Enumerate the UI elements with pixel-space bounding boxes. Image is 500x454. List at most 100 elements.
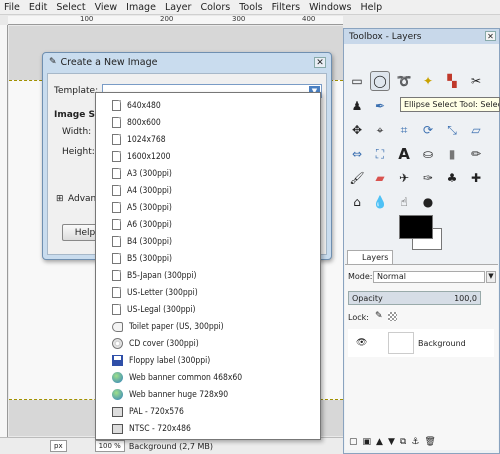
toolbox-titlebar[interactable]: Toolbox - Layers (344, 29, 499, 44)
tv-icon (112, 423, 123, 434)
page-icon (112, 134, 121, 145)
anchor-icon[interactable]: ⚓ (411, 437, 419, 447)
lock-pixels-icon[interactable]: ✎ (375, 311, 383, 321)
cage-transform-icon[interactable]: ⛶ (370, 144, 390, 164)
flip-icon[interactable]: ⇔ (347, 144, 367, 164)
unit-select[interactable]: px (50, 440, 67, 452)
delete-layer-icon[interactable]: 🗑 (424, 437, 435, 447)
menu-select[interactable]: Select (56, 2, 85, 13)
menu-windows[interactable]: Windows (309, 2, 351, 13)
toolbox-title: Toolbox - Layers (349, 31, 422, 42)
perspective-clone-icon[interactable]: ⌂ (347, 192, 367, 212)
template-option[interactable]: CD cover (300ppi) (96, 335, 320, 352)
fuzzy-select-icon[interactable]: ✦ (418, 71, 438, 91)
foreground-color-swatch[interactable] (399, 215, 433, 239)
template-option[interactable]: B5-Japan (300ppi) (96, 267, 320, 284)
expander-icon[interactable]: ⊞ (56, 194, 64, 204)
heal-icon[interactable]: ✚ (466, 168, 486, 188)
pencil-icon[interactable]: ✏ (466, 144, 486, 164)
template-option[interactable]: 800x600 (96, 114, 320, 131)
ink-icon[interactable]: ✑ (418, 168, 438, 188)
blur-icon[interactable]: 💧 (370, 192, 390, 212)
menu-view[interactable]: View (95, 2, 118, 13)
template-option[interactable]: 640x480 (96, 97, 320, 114)
paintbrush-icon[interactable]: 🖌 (347, 168, 367, 188)
move-icon[interactable]: ✥ (347, 120, 367, 140)
smudge-icon[interactable]: ☝ (394, 192, 414, 212)
menu-layer[interactable]: Layer (165, 2, 192, 13)
text-icon[interactable]: A (394, 144, 414, 164)
menu-edit[interactable]: Edit (29, 2, 47, 13)
horizontal-ruler[interactable]: 100 200 300 400 (8, 16, 343, 25)
raise-layer-icon[interactable]: ▲ (376, 437, 383, 447)
cd-icon (112, 338, 123, 349)
chevron-down-icon[interactable]: ▼ (486, 271, 496, 283)
opacity-label: Opacity (352, 293, 383, 303)
globe-icon (112, 389, 123, 400)
new-layer-icon[interactable]: ▢ (349, 437, 358, 447)
foreground-select-icon[interactable]: ♟ (347, 96, 367, 116)
template-option[interactable]: A6 (300ppi) (96, 216, 320, 233)
rect-select-icon[interactable]: ▭ (347, 71, 367, 91)
opacity-slider[interactable]: Opacity 100,0 (348, 291, 481, 305)
template-option[interactable]: Toilet paper (US, 300ppi) (96, 318, 320, 335)
lasso-icon[interactable]: ➰ (394, 71, 414, 91)
ellipse-select-icon[interactable]: ◯ (370, 71, 390, 91)
page-icon (112, 117, 121, 128)
eraser-icon[interactable]: ▰ (370, 168, 390, 188)
paths-icon[interactable]: ✒ (370, 96, 390, 116)
template-option[interactable]: US-Letter (300ppi) (96, 284, 320, 301)
layer-thumbnail (388, 332, 414, 354)
zoom-select[interactable]: 100 % (94, 440, 125, 452)
close-icon[interactable]: ✕ (485, 31, 496, 41)
template-option[interactable]: NTSC - 720x486 (96, 420, 320, 437)
layer-row[interactable]: 👁 Background (348, 329, 494, 357)
template-option[interactable]: Web banner huge 728x90 (96, 386, 320, 403)
eye-icon[interactable]: 👁 (356, 338, 367, 348)
mode-select[interactable]: Normal (373, 271, 485, 283)
globe-icon (112, 372, 123, 383)
vertical-ruler[interactable] (0, 25, 8, 437)
template-option[interactable]: US-Legal (300ppi) (96, 301, 320, 318)
align-icon[interactable]: ⌖ (370, 120, 390, 140)
template-option[interactable]: A5 (300ppi) (96, 199, 320, 216)
blend-icon[interactable]: ▮ (442, 144, 462, 164)
template-option[interactable]: PAL - 720x576 (96, 403, 320, 420)
dodge-burn-icon[interactable]: ● (418, 192, 438, 212)
template-option[interactable]: B4 (300ppi) (96, 233, 320, 250)
menu-image[interactable]: Image (126, 2, 156, 13)
lock-alpha-icon[interactable] (388, 312, 397, 321)
template-option[interactable]: 1600x1200 (96, 148, 320, 165)
layers-body: Mode: Normal ▼ Opacity 100,0 Lock: ✎ 👁 B… (345, 264, 498, 450)
bucket-fill-icon[interactable]: ⛀ (418, 144, 438, 164)
dialog-titlebar[interactable]: ✎ Create a New Image (43, 53, 331, 71)
scale-icon[interactable]: ⤡ (442, 120, 462, 140)
template-option[interactable]: A3 (300ppi) (96, 165, 320, 182)
airbrush-icon[interactable]: ✈ (394, 168, 414, 188)
tab-layers[interactable]: Layers (347, 250, 393, 264)
close-icon[interactable]: ✕ (314, 57, 326, 68)
scissors-icon[interactable]: ✂ (466, 71, 486, 91)
layers-panel: Layers Mode: Normal ▼ Opacity 100,0 Lock… (345, 250, 498, 450)
menu-file[interactable]: File (4, 2, 20, 13)
page-icon (112, 185, 121, 196)
template-option[interactable]: A4 (300ppi) (96, 182, 320, 199)
new-layer-group-icon[interactable]: ▣ (363, 437, 372, 447)
rotate-icon[interactable]: ⟳ (418, 120, 438, 140)
duplicate-layer-icon[interactable]: ⧉ (400, 437, 406, 447)
clone-icon[interactable]: ♣ (442, 168, 462, 188)
template-option[interactable]: B5 (300ppi) (96, 250, 320, 267)
lower-layer-icon[interactable]: ▼ (388, 437, 395, 447)
menu-help[interactable]: Help (361, 2, 383, 13)
shear-icon[interactable]: ▱ (466, 120, 486, 140)
menu-filters[interactable]: Filters (272, 2, 300, 13)
menu-colors[interactable]: Colors (200, 2, 230, 13)
help-button-label: Help (74, 227, 96, 238)
template-option[interactable]: Floppy label (300ppi) (96, 352, 320, 369)
select-by-color-icon[interactable]: ▚ (442, 71, 462, 91)
template-option[interactable]: Web banner common 468x60 (96, 369, 320, 386)
template-option[interactable]: 1024x768 (96, 131, 320, 148)
menu-tools[interactable]: Tools (239, 2, 262, 13)
menubar: File Edit Select View Image Layer Colors… (0, 0, 500, 15)
crop-icon[interactable]: ⌗ (394, 120, 414, 140)
